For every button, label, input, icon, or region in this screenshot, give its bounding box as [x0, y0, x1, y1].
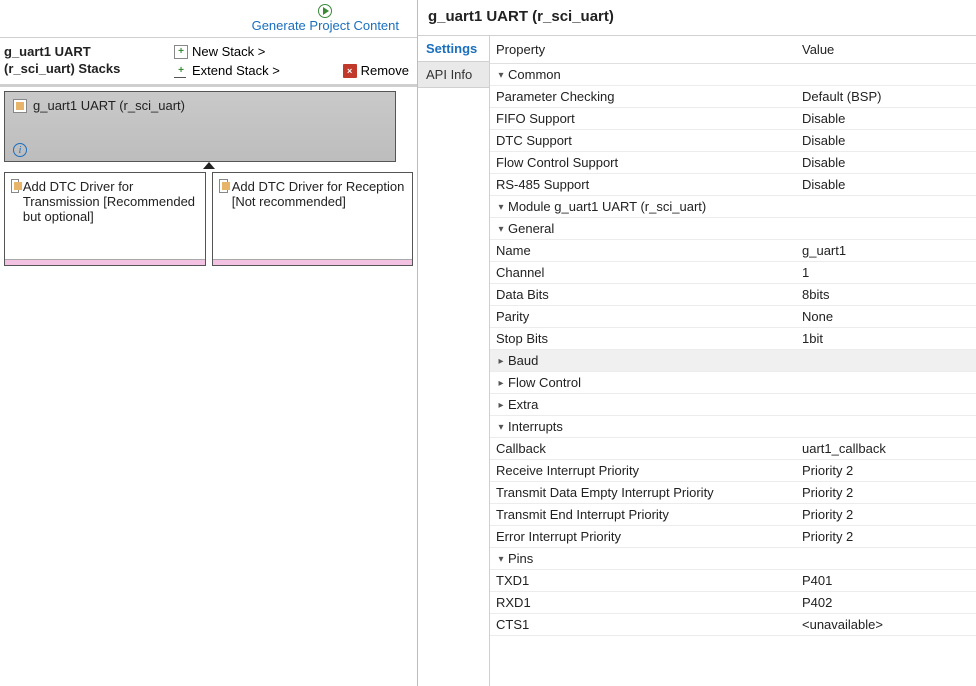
dtc-rx-label: Add DTC Driver for Reception [Not recomm…: [232, 179, 406, 209]
generate-toolbar: Generate Project Content: [0, 0, 417, 38]
play-icon: [318, 4, 332, 18]
chevron-down-icon: ▾: [496, 422, 506, 433]
chevron-down-icon: ▾: [496, 70, 506, 81]
chevron-down-icon: ▾: [496, 224, 506, 235]
component-icon: [219, 179, 228, 193]
module-node-label: g_uart1 UART (r_sci_uart): [33, 98, 185, 113]
prop-row[interactable]: Parameter CheckingDefault (BSP): [490, 86, 976, 108]
prop-row[interactable]: CTS1<unavailable>: [490, 614, 976, 636]
page-title: g_uart1 UART (r_sci_uart): [418, 0, 976, 36]
prop-row[interactable]: RS-485 SupportDisable: [490, 174, 976, 196]
col-property: Property: [490, 36, 796, 64]
property-grid[interactable]: Property Value ▾Common Parameter Checkin…: [490, 36, 976, 686]
prop-row[interactable]: DTC SupportDisable: [490, 130, 976, 152]
group-module[interactable]: ▾Module g_uart1 UART (r_sci_uart): [490, 196, 976, 218]
tab-settings[interactable]: Settings: [418, 36, 489, 62]
new-stack-icon: +: [174, 45, 188, 59]
prop-row[interactable]: Callbackuart1_callback: [490, 438, 976, 460]
connector: [4, 162, 413, 172]
prop-row[interactable]: Transmit End Interrupt PriorityPriority …: [490, 504, 976, 526]
stacks-title: g_uart1 UART (r_sci_uart) Stacks: [4, 44, 174, 78]
prop-row[interactable]: Transmit Data Empty Interrupt PriorityPr…: [490, 482, 976, 504]
dtc-tx-slot[interactable]: Add DTC Driver for Transmission [Recomme…: [4, 172, 206, 266]
group-baud[interactable]: ▸Baud: [490, 350, 976, 372]
prop-row[interactable]: TXD1P401: [490, 570, 976, 592]
detail-tabs: Settings API Info: [418, 36, 490, 686]
component-icon: [13, 99, 27, 113]
stacks-header: g_uart1 UART (r_sci_uart) Stacks + New S…: [0, 38, 417, 85]
stacks-panel: Generate Project Content g_uart1 UART (r…: [0, 0, 418, 686]
group-pins[interactable]: ▾Pins: [490, 548, 976, 570]
prop-row[interactable]: Receive Interrupt PriorityPriority 2: [490, 460, 976, 482]
remove-button[interactable]: Remove: [361, 63, 409, 78]
prop-row[interactable]: Flow Control SupportDisable: [490, 152, 976, 174]
remove-icon: ×: [343, 64, 357, 78]
dtc-tx-label: Add DTC Driver for Transmission [Recomme…: [23, 179, 199, 224]
prop-row[interactable]: ParityNone: [490, 306, 976, 328]
chevron-down-icon: ▾: [496, 202, 506, 213]
group-interrupts[interactable]: ▾Interrupts: [490, 416, 976, 438]
chevron-right-icon: ▸: [496, 400, 506, 411]
stacks-canvas[interactable]: g_uart1 UART (r_sci_uart) i Add DTC Driv…: [0, 85, 417, 686]
group-general[interactable]: ▾General: [490, 218, 976, 240]
column-headers: Property Value: [490, 36, 976, 64]
prop-row[interactable]: RXD1P402: [490, 592, 976, 614]
prop-row[interactable]: Stop Bits1bit: [490, 328, 976, 350]
dtc-rx-slot[interactable]: Add DTC Driver for Reception [Not recomm…: [212, 172, 414, 266]
chevron-down-icon: ▾: [496, 554, 506, 565]
new-stack-button[interactable]: New Stack >: [192, 44, 265, 59]
chevron-right-icon: ▸: [496, 356, 506, 367]
component-icon: [11, 179, 19, 193]
info-icon[interactable]: i: [13, 143, 27, 157]
module-node-uart[interactable]: g_uart1 UART (r_sci_uart) i: [4, 91, 396, 162]
col-value: Value: [796, 36, 976, 64]
prop-row[interactable]: Nameg_uart1: [490, 240, 976, 262]
prop-row[interactable]: Error Interrupt PriorityPriority 2: [490, 526, 976, 548]
stacks-actions: + New Stack > + Extend Stack > × Remove: [174, 44, 409, 78]
group-flow-control[interactable]: ▸Flow Control: [490, 372, 976, 394]
chevron-right-icon: ▸: [496, 378, 506, 389]
group-extra[interactable]: ▸Extra: [490, 394, 976, 416]
generate-label: Generate Project Content: [252, 18, 399, 33]
extend-stack-icon: +: [174, 64, 188, 78]
prop-row[interactable]: Data Bits8bits: [490, 284, 976, 306]
prop-row[interactable]: FIFO SupportDisable: [490, 108, 976, 130]
generate-project-content-button[interactable]: Generate Project Content: [252, 4, 399, 33]
tab-api-info[interactable]: API Info: [418, 62, 489, 88]
prop-row[interactable]: Channel1: [490, 262, 976, 284]
properties-panel: g_uart1 UART (r_sci_uart) Settings API I…: [418, 0, 976, 686]
extend-stack-button[interactable]: Extend Stack >: [192, 63, 280, 78]
group-common[interactable]: ▾Common: [490, 64, 976, 86]
